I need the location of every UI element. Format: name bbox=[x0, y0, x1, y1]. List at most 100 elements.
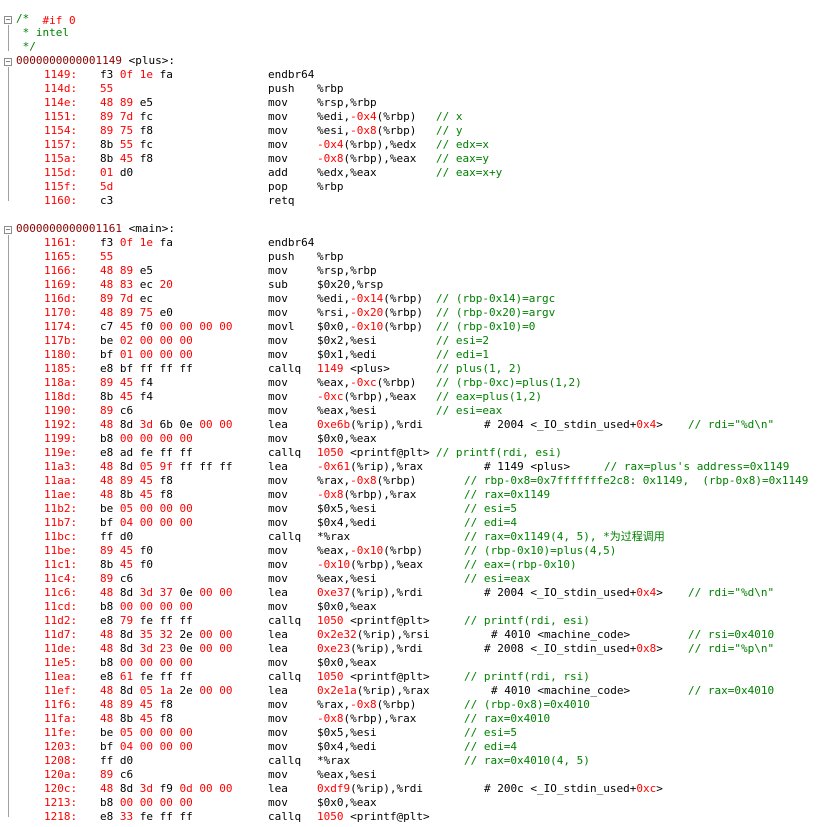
instruction-row[interactable]: 11a3: 48 8d 05 9f ff ff ff lea -0x61(%rip),… bbox=[0, 460, 834, 474]
instruction-row[interactable]: 1199: b8 00 00 00 00 mov $0x0,%eax bbox=[0, 432, 834, 446]
instruction-row[interactable]: 11fa: 48 8b 45 f8 mov -0x8(%rbp),%rax // rax… bbox=[0, 712, 834, 726]
instruction-mnemonic: mov bbox=[268, 264, 288, 277]
instruction-row[interactable]: 1192: 48 8d 3d 6b 0e 00 00 lea 0xe6b(%rip),… bbox=[0, 418, 834, 432]
instruction-mnemonic: callq bbox=[268, 754, 302, 767]
instruction-row[interactable]: 120c: 48 8d 3d f9 0d 00 00 lea 0xdf9(%rip),… bbox=[0, 782, 834, 796]
instruction-operands: %eax,%esi bbox=[317, 404, 377, 418]
instruction-row[interactable]: 120a: 89 c6 mov %eax,%esi bbox=[0, 768, 834, 782]
instruction-address: 1151: bbox=[44, 110, 78, 123]
byte: 00 bbox=[212, 684, 233, 697]
instruction-row[interactable]: 11be: 89 45 f0 mov %eax,-0x10(%rbp) // (rbp-… bbox=[0, 544, 834, 558]
fold-toggle-icon[interactable] bbox=[4, 16, 12, 24]
machine-code-bytes: 8b 55 fc bbox=[100, 138, 153, 152]
fold-toggle-icon[interactable] bbox=[4, 226, 12, 234]
instruction-row[interactable]: 11c6: 48 8d 3d 37 0e 00 00 lea 0xe37(%rip),… bbox=[0, 586, 834, 600]
byte: 48 bbox=[100, 488, 114, 501]
byte: 00 bbox=[192, 642, 213, 655]
instruction-row[interactable]: 1185: e8 bf ff ff ff callq 1149 <plus> // pl… bbox=[0, 362, 834, 376]
byte: f8 bbox=[153, 712, 173, 725]
instruction-address: 1192: bbox=[44, 418, 78, 431]
byte: 48 bbox=[100, 712, 114, 725]
machine-code-bytes: 48 8d 3d f9 0d 00 00 bbox=[100, 782, 233, 796]
instruction-operands: %rbp bbox=[317, 250, 344, 264]
machine-code-bytes: be 05 00 00 00 bbox=[100, 502, 193, 516]
byte: b8 bbox=[100, 600, 114, 613]
machine-code-bytes: b8 00 00 00 00 bbox=[100, 656, 193, 670]
instruction-address: 11e5: bbox=[44, 656, 78, 669]
instruction-row[interactable]: 11cd: b8 00 00 00 00 mov $0x0,%eax bbox=[0, 600, 834, 614]
instruction-row[interactable]: 1160: c3 retq bbox=[0, 194, 834, 208]
instruction-row[interactable]: 1174: c7 45 f0 00 00 00 00 movl $0x0,-0x10(… bbox=[0, 320, 834, 334]
machine-code-bytes: e8 bf ff ff ff bbox=[100, 362, 193, 376]
instruction-row[interactable]: 11aa: 48 89 45 f8 mov %rax,-0x8(%rbp) // rbp… bbox=[0, 474, 834, 488]
operand: -0x14 bbox=[350, 292, 384, 305]
byte: 00 bbox=[153, 600, 173, 613]
byte: 45 bbox=[113, 376, 134, 389]
instruction-row[interactable]: 1166: 48 89 e5 mov %rsp,%rbp bbox=[0, 264, 834, 278]
instruction-row[interactable]: 1169: 48 83 ec 20 sub $0x20,%rsp bbox=[0, 278, 834, 292]
instruction-row[interactable]: 1203: bf 04 00 00 00 mov $0x4,%edi // edi=4 bbox=[0, 740, 834, 754]
instruction-row[interactable]: 1213: b8 00 00 00 00 mov $0x0,%eax bbox=[0, 796, 834, 810]
instruction-row[interactable]: 11ea: e8 61 fe ff ff callq 1050 <printf@plt… bbox=[0, 670, 834, 684]
code-comment: // rsi=0x4010 bbox=[688, 628, 775, 641]
instruction-row[interactable]: 11e5: b8 00 00 00 00 mov $0x0,%eax bbox=[0, 656, 834, 670]
instruction-address: 1154: bbox=[44, 124, 78, 137]
instruction-row[interactable]: 1170: 48 89 75 e0 mov %rsi,-0x20(%rbp) // (r… bbox=[0, 306, 834, 320]
byte: 89 bbox=[113, 96, 134, 109]
instruction-row[interactable]: 11bc: ff d0 callq *%rax // rax=0x1149(4, 5),… bbox=[0, 530, 834, 544]
instruction-row[interactable]: 1208: ff d0 callq *%rax // rax=0x4010(4, 5) bbox=[0, 754, 834, 768]
instruction-row[interactable]: 1165: 55 push %rbp bbox=[0, 250, 834, 264]
byte: f3 bbox=[100, 68, 114, 81]
instruction-row[interactable]: 116d: 89 7d ec mov %edi,-0x14(%rbp) // (rbp-… bbox=[0, 292, 834, 306]
instruction-row[interactable]: 11f6: 48 89 45 f8 mov %rax,-0x8(%rbp) // (rb… bbox=[0, 698, 834, 712]
machine-code-bytes: 48 8d 05 9f ff ff ff bbox=[100, 460, 233, 474]
byte: 48 bbox=[100, 642, 114, 655]
instruction-row[interactable]: 114d: 55 push %rbp bbox=[0, 82, 834, 96]
instruction-row[interactable]: 11d7: 48 8d 35 32 2e 00 00 lea 0x2e32(%rip)… bbox=[0, 628, 834, 642]
instruction-row[interactable]: 11d2: e8 79 fe ff ff callq 1050 <printf@plt… bbox=[0, 614, 834, 628]
instruction-row[interactable]: 1154: 89 75 f8 mov %esi,-0x8(%rbp) // y bbox=[0, 124, 834, 138]
instruction-row[interactable]: 118d: 8b 45 f4 mov -0xc(%rbp),%eax // eax=pl… bbox=[0, 390, 834, 404]
code-editor[interactable]: #if 0 /* * intel */ 0000000000001149 <pl… bbox=[0, 0, 834, 827]
instruction-address: 11c6: bbox=[44, 586, 78, 599]
instruction-address: 120a: bbox=[44, 768, 78, 781]
instruction-operands: %edx,%eax bbox=[317, 166, 377, 180]
instruction-row[interactable]: 11c4: 89 c6 mov %eax,%esi // esi=eax bbox=[0, 572, 834, 586]
instruction-row[interactable]: 117b: be 02 00 00 00 mov $0x2,%esi // esi=2 bbox=[0, 334, 834, 348]
byte: 00 bbox=[153, 796, 173, 809]
instruction-row[interactable]: 11ef: 48 8d 05 1a 2e 00 00 lea 0x2e1a(%rip)… bbox=[0, 684, 834, 698]
instruction-address: 115d: bbox=[44, 166, 78, 179]
instruction-row[interactable]: 11ae: 48 8b 45 f8 mov -0x8(%rbp),%rax // rax… bbox=[0, 488, 834, 502]
instruction-row[interactable]: 11b7: bf 04 00 00 00 mov $0x4,%edi // edi=4 bbox=[0, 516, 834, 530]
instruction-row[interactable]: 1161: f3 0f 1e fa endbr64 bbox=[0, 236, 834, 250]
byte: 00 bbox=[133, 726, 153, 739]
instruction-row[interactable]: 1149: f3 0f 1e fa endbr64 bbox=[0, 68, 834, 82]
byte: 00 bbox=[212, 418, 233, 431]
instruction-row[interactable]: 1218: e8 33 fe ff ff callq 1050 <printf@plt… bbox=[0, 810, 834, 824]
instruction-mnemonic: mov bbox=[268, 698, 288, 711]
machine-code-bytes: 48 89 e5 bbox=[100, 264, 153, 278]
byte: c3 bbox=[100, 194, 114, 207]
instruction-row[interactable]: 115a: 8b 45 f8 mov -0x8(%rbp),%eax // eax=y bbox=[0, 152, 834, 166]
byte: 00 bbox=[192, 320, 213, 333]
instruction-row[interactable]: 11de: 48 8d 3d 23 0e 00 00 lea 0xe23(%rip),… bbox=[0, 642, 834, 656]
instruction-row[interactable]: 1157: 8b 55 fc mov -0x4(%rbp),%edx // edx=x bbox=[0, 138, 834, 152]
fold-toggle-icon[interactable] bbox=[4, 58, 12, 66]
instruction-row[interactable]: 11b2: be 05 00 00 00 mov $0x5,%esi // esi=5 bbox=[0, 502, 834, 516]
instruction-row[interactable]: 114e: 48 89 e5 mov %rsp,%rbp bbox=[0, 96, 834, 110]
byte: f8 bbox=[153, 698, 173, 711]
instruction-row[interactable]: 11fe: be 05 00 00 00 mov $0x5,%esi // esi=5 bbox=[0, 726, 834, 740]
instruction-row[interactable]: 119e: e8 ad fe ff ff callq 1050 <printf@plt… bbox=[0, 446, 834, 460]
instruction-row[interactable]: 11c1: 8b 45 f0 mov -0x10(%rbp),%eax // eax=(… bbox=[0, 558, 834, 572]
byte: fe bbox=[133, 614, 153, 627]
instruction-row[interactable]: 118a: 89 45 f4 mov %eax,-0xc(%rbp) // (rbp-0… bbox=[0, 376, 834, 390]
instruction-row[interactable]: 1151: 89 7d fc mov %edi,-0x4(%rbp) // x bbox=[0, 110, 834, 124]
instruction-row[interactable]: 115d: 01 d0 add %edx,%eax // eax=x+y bbox=[0, 166, 834, 180]
instruction-row[interactable]: 115f: 5d pop %rbp bbox=[0, 180, 834, 194]
code-comment: // eax=y bbox=[436, 152, 489, 165]
byte: 3d bbox=[133, 782, 153, 795]
instruction-row[interactable]: 1180: bf 01 00 00 00 mov $0x1,%edi // edi=1 bbox=[0, 348, 834, 362]
machine-code-bytes: 48 89 e5 bbox=[100, 96, 153, 110]
instruction-row[interactable]: 1190: 89 c6 mov %eax,%esi // esi=eax bbox=[0, 404, 834, 418]
instruction-operands: 1050 <printf@plt> bbox=[317, 670, 430, 684]
